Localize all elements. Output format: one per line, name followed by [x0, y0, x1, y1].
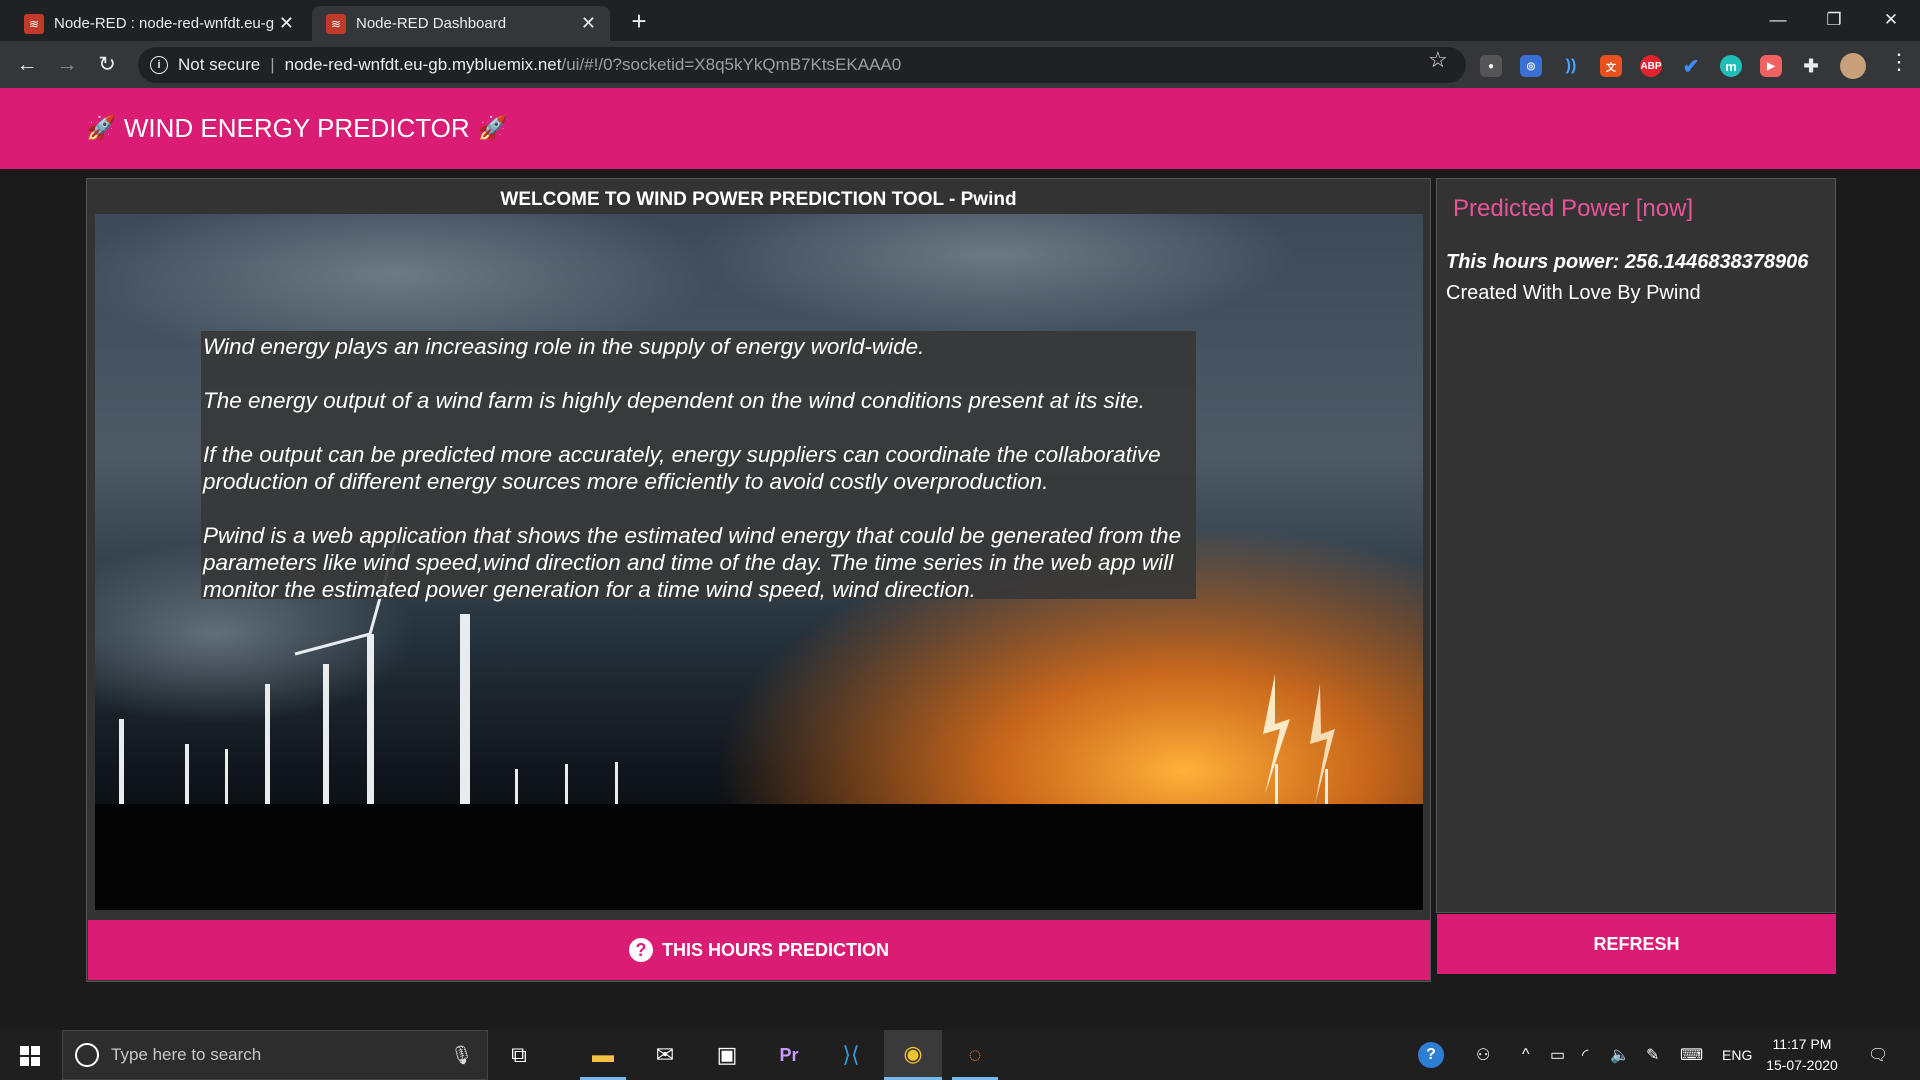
tab-node-red-dashboard[interactable]: ≋ Node-RED Dashboard ✕ — [312, 6, 610, 41]
mail-icon[interactable]: ✉ — [636, 1030, 694, 1080]
button-label: THIS HOURS PREDICTION — [661, 939, 889, 960]
extension-icon[interactable]: ● — [1480, 55, 1502, 77]
extension-icon[interactable]: m — [1720, 55, 1742, 77]
node-red-icon: ≋ — [24, 13, 44, 34]
adblock-icon[interactable]: ABP — [1640, 55, 1662, 77]
extension-icon[interactable]: 文 — [1600, 55, 1622, 77]
microphone-icon[interactable]: 🎙 — [450, 1045, 473, 1066]
minimize-button[interactable]: — — [1757, 6, 1799, 34]
intro-paragraph: The energy output of a wind farm is high… — [203, 388, 1145, 413]
close-tab-icon[interactable]: ✕ — [581, 13, 596, 34]
extension-icon[interactable]: ▶ — [1760, 55, 1782, 77]
this-hours-prediction-button[interactable]: ? THIS HOURS PREDICTION — [88, 920, 1430, 980]
battery-icon[interactable]: ▭ — [1550, 1030, 1565, 1080]
menu-icon[interactable]: ⋮ — [1888, 51, 1910, 73]
windows-taskbar: Type here to search 🎙 ⧉ ▬ ✉ ▣ Pr ⟩⟨ ◉ ◌ … — [0, 1030, 1920, 1080]
security-label: Not secure — [178, 55, 261, 74]
wind-farm-image: Wind energy plays an increasing role in … — [95, 214, 1423, 910]
restore-button[interactable]: ❐ — [1813, 6, 1855, 34]
taskbar-search[interactable]: Type here to search 🎙 — [62, 1030, 488, 1080]
page-title: WIND ENERGY PREDICTOR — [123, 113, 470, 143]
node-red-icon: ≋ — [326, 13, 346, 34]
browser-tab-bar: ≋ Node-RED : node-red-wnfdt.eu-g ✕ ≋ Nod… — [0, 0, 1920, 41]
back-button[interactable]: ← — [12, 50, 42, 80]
dashboard-header: 🚀 WIND ENERGY PREDICTOR 🚀 — [0, 88, 1920, 169]
premiere-pro-icon[interactable]: Pr — [760, 1030, 818, 1080]
card-title: WELCOME TO WIND POWER PREDICTION TOOL - … — [500, 189, 1017, 210]
language-indicator[interactable]: ENG — [1722, 1030, 1752, 1080]
bookmark-star-icon[interactable]: ☆ — [1428, 47, 1448, 73]
extension-icon[interactable]: ◎ — [1520, 55, 1542, 77]
divider: | — [270, 55, 275, 74]
help-tray-icon[interactable]: ? — [1418, 1030, 1444, 1080]
new-tab-button[interactable]: + — [624, 6, 654, 36]
file-explorer-icon[interactable]: ▬ — [574, 1030, 632, 1080]
volume-icon[interactable]: 🔈 — [1610, 1030, 1630, 1080]
task-view-icon[interactable]: ⧉ — [490, 1030, 548, 1080]
wifi-icon[interactable]: ◜ — [1582, 1030, 1588, 1080]
reload-button[interactable]: ↻ — [92, 50, 122, 80]
credit-text: Created With Love By Pwind — [1446, 282, 1701, 304]
vscode-icon[interactable]: ⟩⟨ — [822, 1030, 880, 1080]
intro-paragraph: Pwind is a web application that shows th… — [203, 523, 1182, 602]
check-icon[interactable]: ✔ — [1680, 55, 1702, 78]
people-icon[interactable]: ⚇ — [1476, 1030, 1490, 1080]
show-hidden-icons[interactable]: ^ — [1522, 1030, 1530, 1080]
intro-text-box: Wind energy plays an increasing role in … — [201, 331, 1196, 602]
url-host: node-red-wnfdt.eu-gb.mybluemix.net — [284, 55, 562, 74]
refresh-button[interactable]: REFRESH — [1437, 914, 1836, 974]
search-placeholder: Type here to search — [111, 1045, 262, 1064]
avatar[interactable] — [1840, 53, 1866, 79]
info-icon[interactable]: i — [150, 56, 168, 74]
extension-icon[interactable]: )) — [1560, 55, 1582, 77]
forward-button[interactable]: → — [52, 50, 82, 80]
help-icon: ? — [628, 938, 653, 962]
clock-time: 11:17 PM — [1772, 1036, 1832, 1052]
puzzle-icon[interactable]: ✚ — [1800, 55, 1822, 77]
intro-paragraph: If the output can be predicted more accu… — [203, 442, 1161, 494]
tab-title: Node-RED : node-red-wnfdt.eu-g — [54, 15, 274, 32]
pen-icon[interactable]: ✎ — [1646, 1030, 1659, 1080]
url-path: /ui/#!/0?socketid=X8q5kYkQmB7KtsEKAAA0 — [561, 55, 902, 74]
welcome-card: WELCOME TO WIND POWER PREDICTION TOOL - … — [86, 178, 1431, 982]
clock-date: 15-07-2020 — [1766, 1057, 1838, 1073]
notifications-icon[interactable]: 🗨 — [1868, 1030, 1888, 1080]
button-label: REFRESH — [1593, 933, 1680, 954]
address-bar[interactable]: i Not secure | node-red-wnfdt.eu-gb.mybl… — [138, 47, 1466, 83]
intellij-icon[interactable]: ▣ — [698, 1030, 756, 1080]
close-window-button[interactable]: ✕ — [1870, 6, 1912, 34]
tab-node-red-editor[interactable]: ≋ Node-RED : node-red-wnfdt.eu-g ✕ — [10, 6, 308, 41]
cortana-icon — [75, 1043, 99, 1067]
keyboard-icon[interactable]: ⌨ — [1680, 1030, 1703, 1080]
power-value-text: This hours power: 256.1446838378906 — [1446, 251, 1809, 273]
card-title: Predicted Power [now] — [1453, 195, 1694, 222]
intro-paragraph: Wind energy plays an increasing role in … — [203, 334, 925, 359]
chrome-icon[interactable]: ◉ — [884, 1030, 942, 1080]
close-tab-icon[interactable]: ✕ — [279, 13, 294, 34]
system-clock[interactable]: 11:17 PM 15-07-2020 — [1766, 1034, 1838, 1076]
predicted-power-card: Predicted Power [now] This hours power: … — [1436, 178, 1836, 913]
tab-title: Node-RED Dashboard — [356, 15, 507, 32]
browser-toolbar: ← → ↻ i Not secure | node-red-wnfdt.eu-g… — [0, 41, 1920, 88]
windows-start-icon[interactable] — [20, 1046, 40, 1066]
rocket-icon: 🚀 — [477, 115, 508, 142]
jupyter-icon[interactable]: ◌ — [946, 1030, 1004, 1080]
rocket-icon: 🚀 — [86, 115, 116, 142]
